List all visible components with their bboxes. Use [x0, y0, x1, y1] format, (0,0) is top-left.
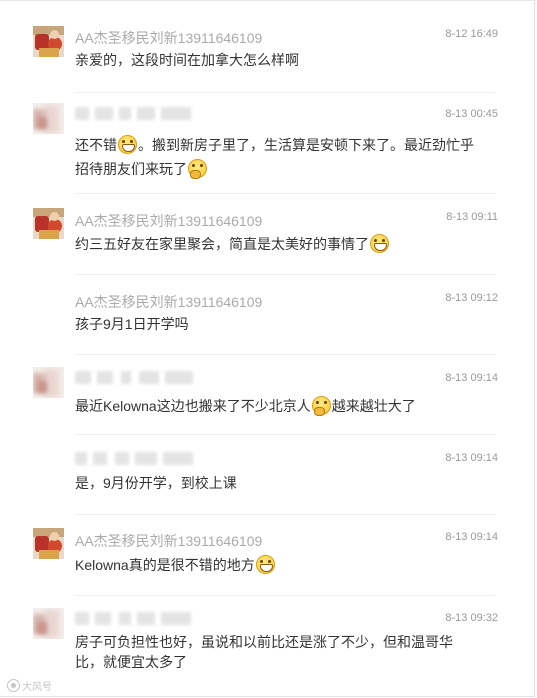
- comment-panel: [0, 0, 535, 697]
- avatar[interactable]: [33, 103, 64, 134]
- watermark-logo-icon: [7, 679, 20, 692]
- divider: [75, 193, 495, 194]
- avatar[interactable]: [33, 367, 64, 398]
- comment-text: 还不错 。搬到新房子里了，生活算是安顿下来了。最近劲忙乎招待朋友们来玩了: [75, 135, 474, 179]
- divider: [75, 354, 495, 355]
- avatar[interactable]: [33, 208, 64, 239]
- comment-text: 最近Kelowna这边也搬来了不少北京人 越来越壮大了: [75, 396, 416, 416]
- comment-time: 8-13 09:32: [445, 612, 498, 624]
- comment-author[interactable]: AA杰圣移民刘新13911646109: [75, 28, 262, 48]
- comment-time: 8-13 09:14: [445, 372, 498, 384]
- avatar[interactable]: [33, 26, 64, 57]
- comment-text: Kelowna真的是很不错的地方: [75, 555, 475, 575]
- watermark: 大风号: [7, 678, 52, 693]
- comment-text: 是，9月份开学，到校上课: [75, 475, 237, 491]
- comment-time: 8-13 09:11: [446, 211, 498, 223]
- divider: [75, 274, 495, 275]
- comment-time: 8-13 09:12: [445, 292, 498, 304]
- comment-time: 8-13 00:45: [445, 108, 498, 120]
- comment-author[interactable]: AA杰圣移民刘新13911646109: [75, 531, 262, 551]
- top-divider: [0, 0, 536, 1]
- comment-text: 房子可负担性也好，虽说和以前比还是涨了不少，但和温哥华比，就便宜太多了: [75, 634, 453, 670]
- divider: [75, 595, 495, 596]
- divider: [75, 92, 495, 93]
- avatar[interactable]: [33, 528, 64, 559]
- comment-time: 8-13 09:14: [445, 452, 498, 464]
- comment-time: 8-13 09:14: [445, 531, 498, 543]
- comment-text: 孩子9月1日开学吗: [75, 316, 189, 332]
- thinking-emoji-icon: [311, 396, 331, 416]
- comment-author[interactable]: AA杰圣移民刘新13911646109: [75, 211, 262, 231]
- grin-emoji-icon: [118, 135, 137, 154]
- comment-text: 亲爱的，这段时间在加拿大怎么样啊: [75, 52, 299, 68]
- comment-time: 8-12 16:49: [445, 28, 498, 40]
- comment-author[interactable]: AA杰圣移民刘新13911646109: [75, 292, 262, 312]
- divider: [75, 434, 495, 435]
- divider: [75, 514, 495, 515]
- comment-text: 约三五好友在家里聚会，简直是太美好的事情了: [75, 234, 475, 254]
- avatar[interactable]: [33, 608, 64, 639]
- grin-emoji-icon: [370, 234, 389, 253]
- thinking-emoji-icon: [188, 159, 207, 179]
- grin-emoji-icon: [255, 555, 275, 574]
